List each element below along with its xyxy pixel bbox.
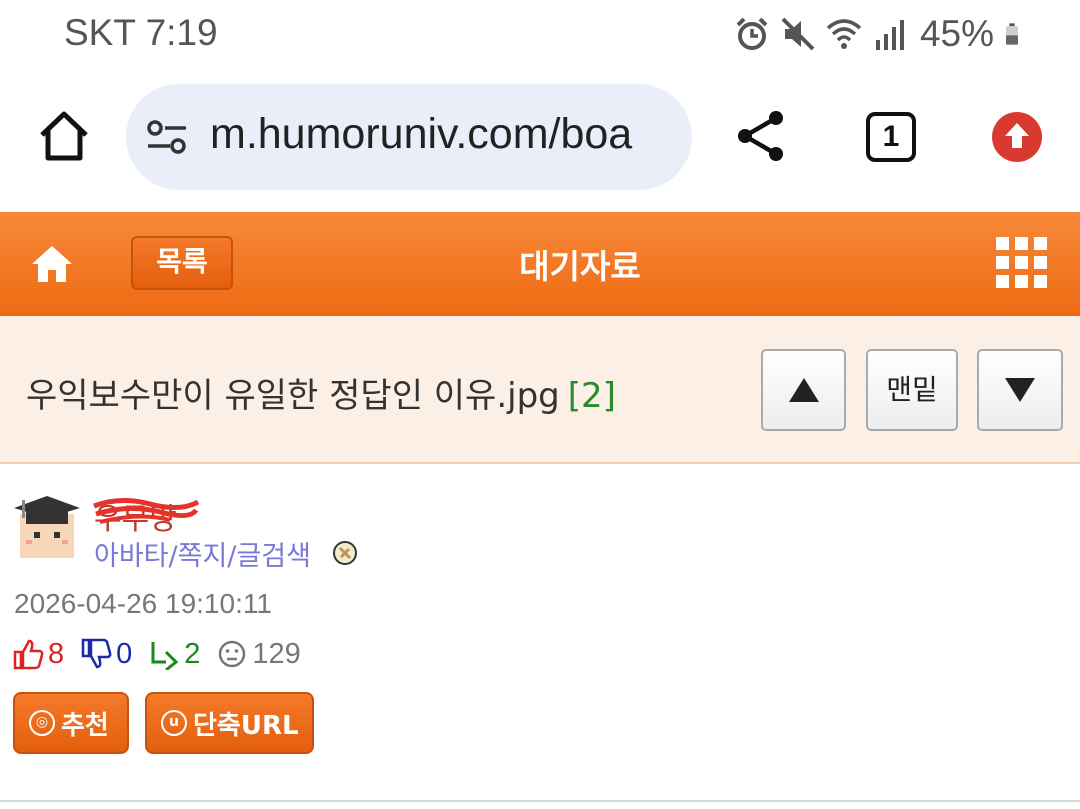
up-count: 8 <box>48 637 65 670</box>
site-settings-icon[interactable] <box>146 117 188 157</box>
carrier-time: SKT 7:19 <box>64 12 218 53</box>
tabs-button[interactable]: 1 <box>866 112 916 162</box>
next-post-button[interactable] <box>977 349 1063 431</box>
board-title: 대기자료 <box>519 247 641 286</box>
post-stats: 8 0 2 129 <box>12 634 317 674</box>
reply-count: 2 <box>184 637 201 670</box>
share-icon[interactable] <box>734 108 788 164</box>
recommend-button[interactable]: ◎ 추천 <box>13 692 129 754</box>
battery-icon <box>1006 23 1018 45</box>
recommend-label: 추천 <box>61 710 109 741</box>
author-links[interactable]: 아바타/쪽지/글검색 <box>94 534 311 573</box>
site-header: 목록 대기자료 <box>0 212 1080 316</box>
level-badge-icon <box>333 541 357 565</box>
short-url-label: 단축URL <box>193 710 299 741</box>
status-bar: SKT 7:19 45% <box>0 0 1080 68</box>
signal-icon <box>875 20 904 50</box>
redaction-scribble <box>93 498 200 524</box>
status-icons: 45% <box>734 12 1028 56</box>
avatar[interactable] <box>14 494 80 562</box>
arrow-up-icon <box>788 378 819 402</box>
go-bottom-button[interactable]: 맨밑 <box>866 349 958 431</box>
arrow-down-icon <box>1005 378 1035 402</box>
view-count: 129 <box>252 637 301 670</box>
short-url-button[interactable]: u 단축URL <box>145 692 314 754</box>
prev-post-button[interactable] <box>761 349 846 431</box>
post-title: 우익보수만이 유일한 정답인 이유.jpg [2] <box>26 368 616 417</box>
post-date: 2026-04-26 19:10:11 <box>14 588 272 619</box>
mute-icon <box>781 17 815 51</box>
view-count-icon <box>219 640 246 668</box>
reply-icon <box>151 642 179 670</box>
battery-percent: 45% <box>919 13 994 54</box>
url-text[interactable]: m.humoruniv.com/boa <box>210 110 632 159</box>
home-icon[interactable] <box>36 108 92 164</box>
post-title-bar: 우익보수만이 유일한 정답인 이유.jpg [2] 맨밑 <box>0 316 1080 464</box>
down-count: 0 <box>116 637 133 670</box>
update-icon[interactable] <box>992 112 1042 162</box>
arrow-up-icon <box>1005 123 1029 148</box>
divider <box>0 800 1080 802</box>
browser-toolbar: m.humoruniv.com/boa 1 <box>0 68 1080 210</box>
comment-count[interactable]: [2] <box>568 376 616 416</box>
wifi-icon <box>826 19 862 49</box>
menu-grid-icon[interactable] <box>996 237 1048 289</box>
post-title-text: 우익보수만이 유일한 정답인 이유.jpg <box>26 376 560 416</box>
recommend-circle-icon: ◎ <box>29 710 55 736</box>
url-circle-icon: u <box>161 710 187 736</box>
address-bar[interactable]: m.humoruniv.com/boa <box>126 84 692 190</box>
alarm-icon <box>736 17 768 50</box>
thumbs-down-icon <box>81 638 112 669</box>
thumbs-up-icon <box>13 639 44 670</box>
